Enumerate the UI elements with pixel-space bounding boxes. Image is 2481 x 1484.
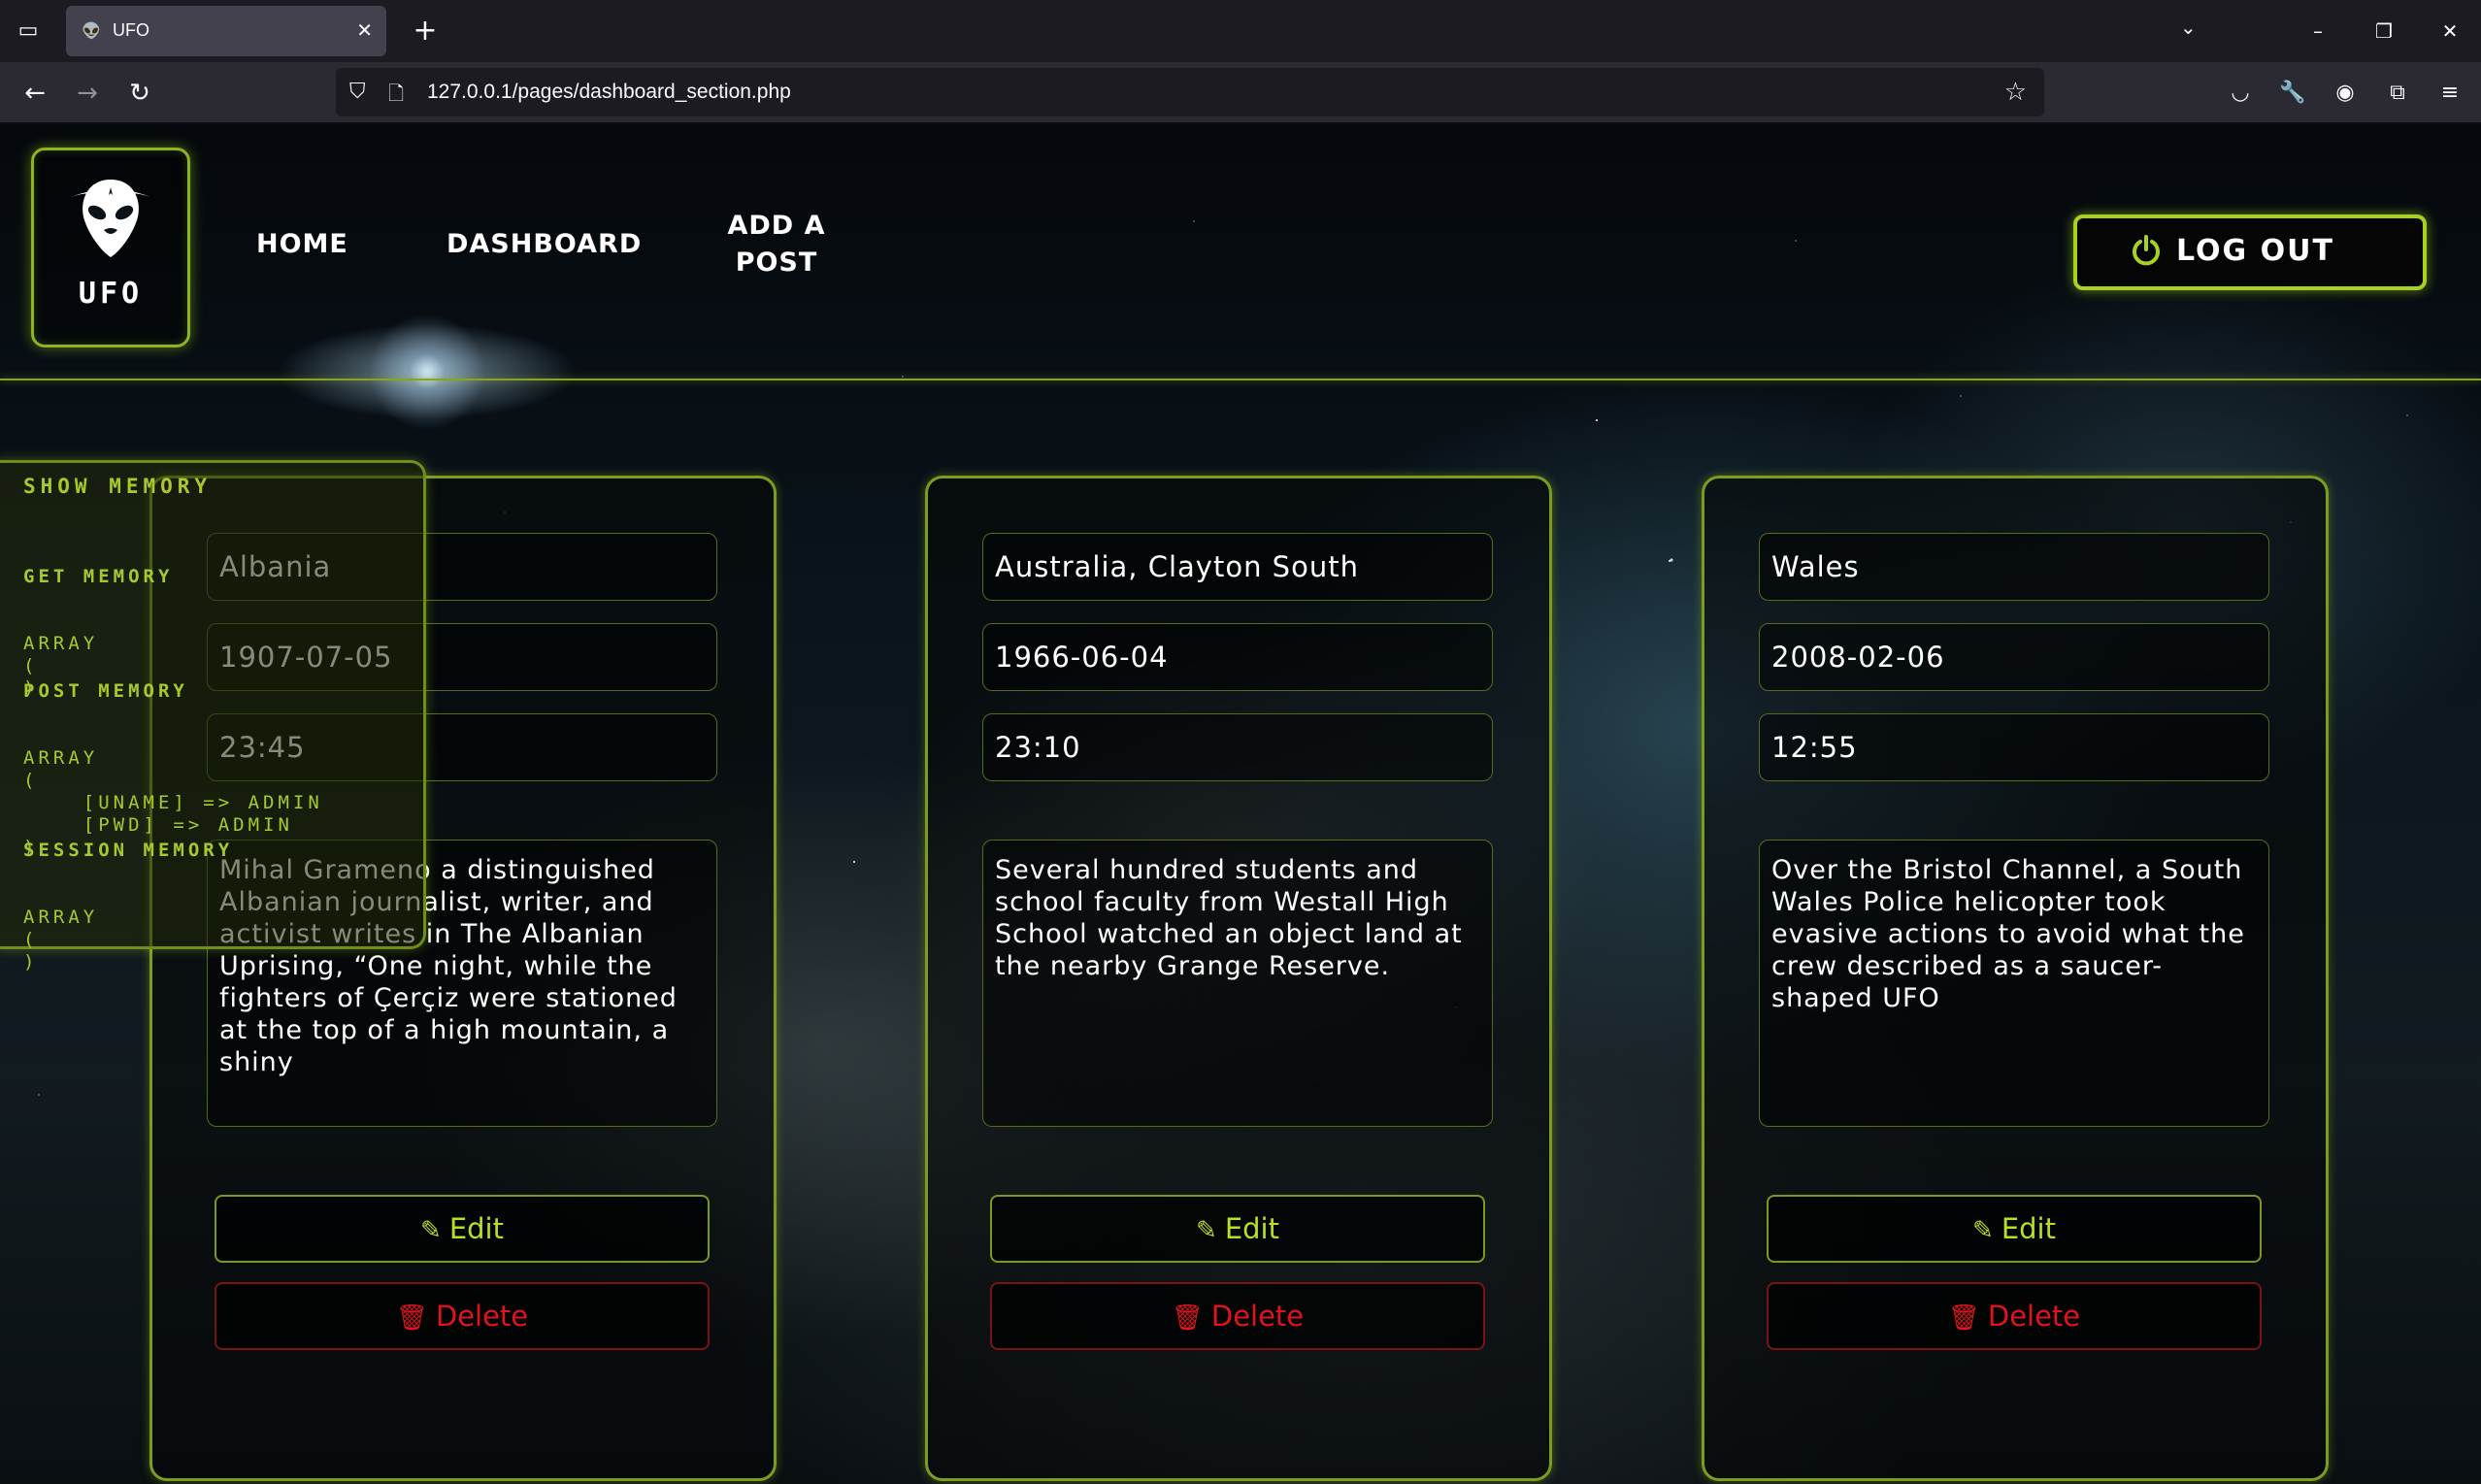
url-text[interactable]: 127.0.0.1/pages/dashboard_section.php [427,81,791,104]
country-field[interactable]: Wales [1759,533,2269,601]
close-tab-icon[interactable]: ✕ [356,17,373,43]
bookmark-star-icon[interactable]: ☆ [2004,78,2027,107]
date-field[interactable]: 2008-02-06 [1759,623,2269,691]
browser-tabstrip: ▭ 👽 UFO ✕ + ⌄ – ❐ ✕ [0,0,2481,62]
forward-icon[interactable]: → [68,74,107,113]
description-field[interactable]: Over the Bristol Channel, a South Wales … [1759,840,2269,1127]
chevron-down-icon[interactable]: ⌄ [2180,16,2197,39]
session-memory-value: ARRAY ( ) [23,907,99,973]
restore-icon[interactable]: ❐ [2365,14,2403,49]
pocket-icon[interactable]: ◡ [2223,76,2258,111]
page-viewport: UFO HOME DASHBOARD ADD A POST LOG OUT Al… [0,124,2481,1484]
wrench-icon[interactable]: 🔧 [2275,76,2310,111]
edit-button[interactable]: ✎ Edit [990,1195,1485,1263]
memory-panel: SHOW MEMORY GET MEMORY ARRAY ( ) POST ME… [0,460,426,973]
extensions-icon[interactable]: ⧉ [2380,76,2415,111]
logout-button[interactable]: LOG OUT [2073,214,2427,290]
back-icon[interactable]: ← [16,74,54,113]
description-field[interactable]: Several hundred students and school facu… [982,840,1493,1127]
date-field[interactable]: 1966-06-04 [982,623,1493,691]
minimize-icon[interactable]: – [2299,14,2337,49]
edit-label: Edit [448,1212,504,1245]
account-icon[interactable]: ◉ [2328,76,2363,111]
trash-icon: 🗑 [1171,1303,1204,1333]
nav-home[interactable]: HOME [256,226,348,263]
page-icon[interactable]: 🗋 [388,80,404,113]
shield-icon[interactable]: ⛉ [349,80,366,104]
edit-label: Edit [1224,1212,1279,1245]
edit-label: Edit [2001,1212,2056,1245]
country-field[interactable]: Australia, Clayton South [982,533,1493,601]
pencil-icon: ✎ [1972,1216,1994,1245]
time-field[interactable]: 23:10 [982,713,1493,781]
power-icon [2133,235,2160,266]
menu-icon[interactable]: ≡ [2432,76,2467,111]
favicon-icon: 👽 [82,21,101,40]
browser-navbar: ← → ↻ ⛉ 🗋 127.0.0.1/pages/dashboard_sect… [0,62,2481,122]
url-bar[interactable]: ⛉ 🗋 127.0.0.1/pages/dashboard_section.ph… [336,68,2044,116]
trash-icon: 🗑 [1947,1303,1980,1333]
logout-label: LOG OUT [2176,234,2334,268]
nav-dashboard[interactable]: DASHBOARD [447,226,642,263]
delete-button[interactable]: 🗑 Delete [990,1282,1485,1350]
new-tab-icon[interactable]: + [408,14,443,49]
session-memory-block: SESSION MEMORY ARRAY ( ) [23,795,233,1018]
edit-button[interactable]: ✎ Edit [1767,1195,2262,1263]
get-memory-label: GET MEMORY [23,566,174,587]
pencil-icon: ✎ [1196,1216,1217,1245]
browser-tab[interactable]: 👽 UFO ✕ [66,6,386,56]
memory-title[interactable]: SHOW MEMORY [23,475,212,498]
post-card: Australia, Clayton South 1966-06-04 23:1… [925,476,1552,1481]
delete-button[interactable]: 🗑 Delete [215,1282,710,1350]
reload-icon[interactable]: ↻ [120,74,159,113]
delete-label: Delete [1210,1300,1305,1333]
tab-title: UFO [113,20,149,40]
trash-icon: 🗑 [395,1303,428,1333]
delete-label: Delete [1987,1300,2081,1333]
close-window-icon[interactable]: ✕ [2431,14,2469,49]
delete-label: Delete [435,1300,529,1333]
site-logo[interactable]: UFO [31,148,190,347]
delete-button[interactable]: 🗑 Delete [1767,1282,2262,1350]
session-memory-label: SESSION MEMORY [23,840,234,861]
time-field[interactable]: 12:55 [1759,713,2269,781]
post-memory-label: POST MEMORY [23,680,188,702]
pencil-icon: ✎ [420,1216,442,1245]
nav-add-post[interactable]: ADD A POST [718,208,835,281]
alien-icon [71,180,150,257]
edit-button[interactable]: ✎ Edit [215,1195,710,1263]
header-divider [0,379,2481,380]
post-card: Wales 2008-02-06 12:55 Over the Bristol … [1702,476,2329,1481]
logo-text: UFO [78,277,144,311]
tab-list-icon[interactable]: ▭ [12,17,45,45]
